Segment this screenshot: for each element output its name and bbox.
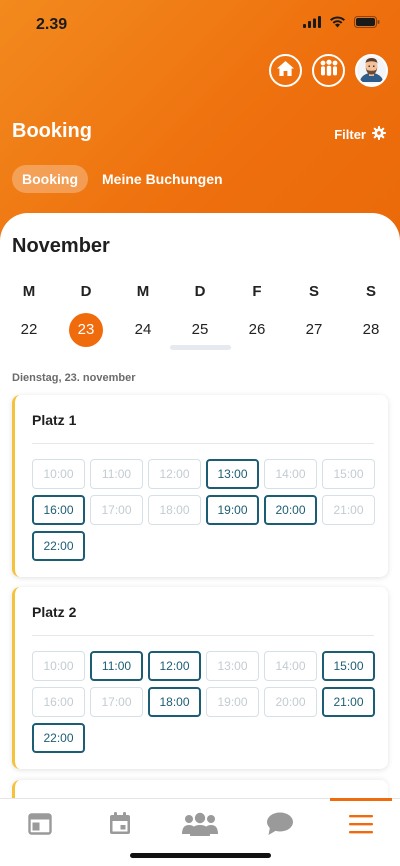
day-number-selected: 23 — [69, 313, 103, 347]
status-bar: 2.39 — [0, 0, 400, 50]
active-tab-indicator — [330, 798, 392, 801]
gear-icon — [372, 126, 386, 143]
time-slot-available[interactable]: 22:00 — [32, 723, 85, 753]
week-scroll-indicator[interactable] — [170, 345, 231, 350]
day-tue[interactable]: D 23 — [66, 282, 106, 347]
status-icons — [303, 15, 380, 33]
time-slot-unavailable[interactable]: 15:00 — [322, 459, 375, 489]
nav-calendar[interactable] — [100, 811, 140, 841]
page-title: Booking — [12, 120, 92, 142]
time-slot-unavailable[interactable]: 20:00 — [264, 687, 317, 717]
day-mon[interactable]: M 22 — [9, 282, 49, 347]
nav-menu[interactable] — [341, 811, 381, 841]
day-number: 22 — [20, 321, 38, 338]
day-number: 28 — [362, 321, 380, 338]
weekday-letter: M — [136, 283, 150, 300]
battery-icon — [354, 15, 380, 33]
group-icon — [181, 812, 219, 841]
time-slot-unavailable[interactable]: 14:00 — [264, 651, 317, 681]
nav-members[interactable] — [180, 811, 220, 841]
status-time: 2.39 — [36, 16, 68, 33]
day-number: 27 — [305, 321, 323, 338]
profile-avatar[interactable] — [355, 54, 388, 87]
time-slot-available[interactable]: 11:00 — [90, 651, 143, 681]
home-indicator — [130, 853, 271, 858]
time-slot-unavailable[interactable]: 18:00 — [148, 495, 201, 525]
time-slot-available[interactable]: 20:00 — [264, 495, 317, 525]
time-slot-available[interactable]: 15:00 — [322, 651, 375, 681]
avatar-icon — [357, 56, 386, 85]
day-sat[interactable]: S 27 — [294, 282, 334, 347]
weekday-letter: S — [308, 283, 319, 300]
home-button[interactable] — [269, 54, 302, 87]
people-group-icon — [318, 59, 340, 82]
court-name: Platz 2 — [32, 604, 77, 620]
day-number: 24 — [134, 321, 152, 338]
time-slot-available[interactable]: 21:00 — [322, 687, 375, 717]
filter-label: Filter — [334, 127, 366, 142]
nav-dashboard[interactable] — [20, 811, 60, 841]
divider — [32, 443, 374, 444]
booking-tabs: Booking Meine Buchungen — [12, 165, 233, 193]
day-number: 25 — [191, 321, 209, 338]
calendar-month: November — [12, 235, 110, 257]
wifi-icon — [329, 15, 346, 33]
menu-icon — [349, 814, 373, 839]
time-slot-unavailable[interactable]: 21:00 — [322, 495, 375, 525]
tab-my-bookings[interactable]: Meine Buchungen — [92, 165, 233, 193]
tab-booking[interactable]: Booking — [12, 165, 88, 193]
day-sun[interactable]: S 28 — [351, 282, 391, 347]
day-wed[interactable]: M 24 — [123, 282, 163, 347]
filter-button[interactable]: Filter — [334, 126, 386, 143]
calendar-icon — [109, 812, 131, 840]
weekday-letter: D — [80, 283, 92, 300]
court-card: Platz 1 10:00 11:00 12:00 13:00 14:00 15… — [12, 395, 388, 577]
time-slot-unavailable[interactable]: 10:00 — [32, 459, 85, 489]
time-slot-unavailable[interactable]: 13:00 — [206, 651, 259, 681]
time-slot-unavailable[interactable]: 17:00 — [90, 687, 143, 717]
time-slot-unavailable[interactable]: 17:00 — [90, 495, 143, 525]
weekday-letter: F — [252, 283, 262, 300]
time-slot-available[interactable]: 16:00 — [32, 495, 85, 525]
dashboard-icon — [28, 812, 52, 840]
time-slot-available[interactable]: 13:00 — [206, 459, 259, 489]
weekday-letter: M — [22, 283, 36, 300]
time-slot-unavailable[interactable]: 10:00 — [32, 651, 85, 681]
time-slot-unavailable[interactable]: 11:00 — [90, 459, 143, 489]
divider — [32, 635, 374, 636]
chat-icon — [266, 812, 294, 841]
time-slot-unavailable[interactable]: 16:00 — [32, 687, 85, 717]
day-number: 26 — [248, 321, 266, 338]
home-icon — [276, 60, 295, 82]
time-slot-unavailable[interactable]: 12:00 — [148, 459, 201, 489]
time-slot-unavailable[interactable]: 14:00 — [264, 459, 317, 489]
time-slot-unavailable[interactable]: 19:00 — [206, 687, 259, 717]
selected-date-label: Dienstag, 23. november — [12, 372, 136, 384]
header-actions — [269, 54, 388, 87]
time-slot-available[interactable]: 12:00 — [148, 651, 201, 681]
time-slot-available[interactable]: 19:00 — [206, 495, 259, 525]
weekday-letter: D — [194, 283, 206, 300]
nav-chat[interactable] — [260, 811, 300, 841]
day-thu[interactable]: D 25 — [180, 282, 220, 347]
signal-icon — [303, 15, 321, 33]
weekday-letter: S — [365, 283, 376, 300]
time-slot-available[interactable]: 22:00 — [32, 531, 85, 561]
club-members-button[interactable] — [312, 54, 345, 87]
time-slot-available[interactable]: 18:00 — [148, 687, 201, 717]
court-name: Platz 1 — [32, 412, 77, 428]
day-fri[interactable]: F 26 — [237, 282, 277, 347]
court-card: Platz 2 10:00 11:00 12:00 13:00 14:00 15… — [12, 587, 388, 769]
